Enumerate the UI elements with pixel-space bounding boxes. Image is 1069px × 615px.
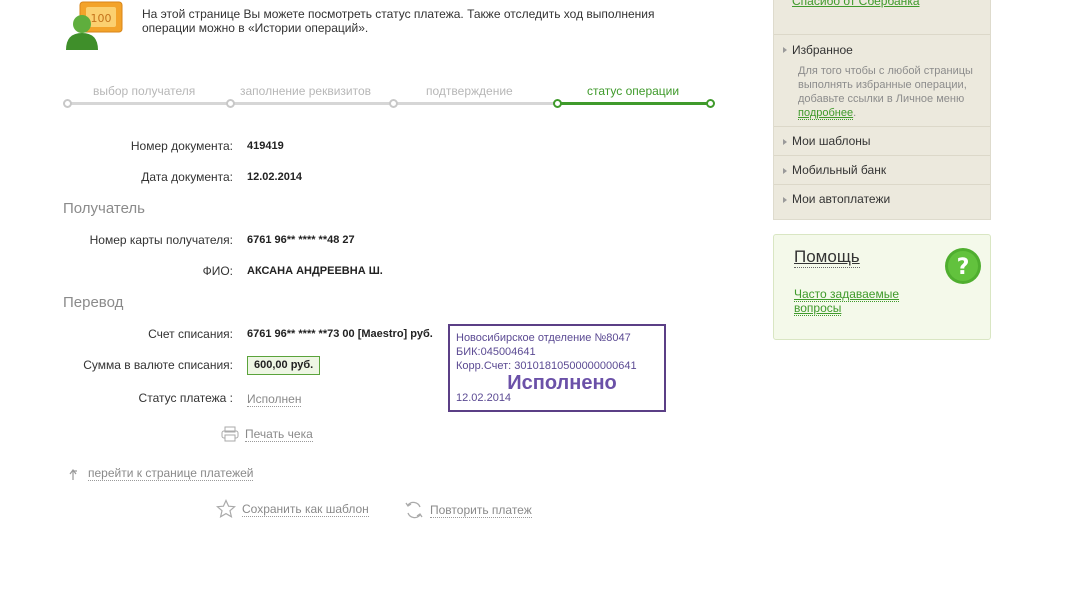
chevron-right-icon: [783, 139, 787, 145]
document-date-value: 12.02.2014: [247, 171, 303, 183]
favorites-description-text: Для того чтобы с любой страницы выполнят…: [798, 65, 973, 105]
recipient-name-value: АКСАНА АНДРЕЕВНА Ш.: [247, 265, 383, 277]
sidebar-item-spasibo[interactable]: Спасибо от Сбербанка: [792, 0, 920, 8]
question-icon: ?: [944, 247, 982, 285]
step-dot-1: [63, 99, 72, 108]
help-title[interactable]: Помощь: [794, 247, 860, 268]
back-to-payments-action[interactable]: перейти к странице платежей: [68, 466, 254, 481]
help-panel: Помощь Часто задаваемые вопросы ?: [773, 234, 991, 340]
recipient-section-title: Получатель: [63, 200, 145, 217]
sidebar-item-autopayments[interactable]: Мои автоплатежи: [774, 184, 990, 219]
step-track-active: [557, 102, 710, 105]
amount-value: 600,00 руб.: [247, 356, 321, 375]
step-dot-3: [389, 99, 398, 108]
chevron-right-icon: [783, 168, 787, 174]
sidebar-item-label: Мои автоплатежи: [792, 192, 891, 206]
faq-link-label: Часто задаваемые вопросы: [794, 287, 900, 316]
user-money-icon: 100: [64, 0, 126, 50]
step-label-confirm: подтверждение: [426, 84, 513, 98]
recipient-card-label: Номер карты получателя:: [89, 233, 233, 247]
amount-label: Сумма в валюте списания:: [83, 358, 233, 372]
back-to-payments-link[interactable]: перейти к странице платежей: [88, 466, 254, 481]
debit-account-value: 6761 96** **** **73 00 [Maestro] руб.: [247, 328, 433, 340]
payment-status-label: Статус платежа :: [138, 391, 233, 405]
step-dot-4: [553, 99, 562, 108]
stamp-bik: БИК:045004641: [456, 346, 536, 358]
recipient-card-value: 6761 96** **** **48 27: [247, 234, 355, 246]
step-label-recipient: выбор получателя: [93, 84, 196, 98]
favorites-more-link[interactable]: подробнее: [798, 107, 854, 120]
payment-status-link[interactable]: Исполнен: [247, 392, 302, 407]
document-number-value: 419419: [247, 140, 284, 152]
print-receipt-link[interactable]: Печать чека: [245, 427, 313, 442]
chevron-right-icon: [783, 197, 787, 203]
star-icon: [216, 499, 236, 519]
svg-text:100: 100: [91, 12, 112, 25]
favorites-description: Для того чтобы с любой страницы выполнят…: [798, 64, 982, 120]
transfer-section-title: Перевод: [63, 294, 124, 311]
step-track-inactive: [67, 102, 557, 105]
intro-line-1: На этой странице Вы можете посмотреть ст…: [142, 7, 655, 21]
favorites-more-suffix: .: [853, 107, 857, 119]
printer-icon: [221, 426, 239, 442]
faq-link[interactable]: Часто задаваемые вопросы: [794, 287, 914, 316]
sidebar-item-label: Мобильный банк: [792, 163, 887, 177]
stamp-corr-account: Корр.Счет: 30101810500000000641: [456, 360, 637, 372]
sidebar-item-label: Мои шаблоны: [792, 134, 871, 148]
sidebar-item-templates[interactable]: Мои шаблоны: [774, 126, 990, 155]
stamp-status: Исполнено: [507, 372, 617, 394]
chevron-right-icon: [783, 47, 787, 53]
bank-stamp: Новосибирское отделение №8047 БИК:045004…: [448, 324, 666, 412]
intro-line-2: операции можно в «Истории операций».: [142, 21, 369, 35]
sidebar-item-label: Избранное: [792, 43, 853, 57]
step-dot-2: [226, 99, 235, 108]
svg-text:?: ?: [957, 255, 970, 280]
personal-menu-sidebar: Спасибо от Сбербанка Избранное Для того …: [773, 0, 991, 220]
step-dot-end: [706, 99, 715, 108]
step-label-status: статус операции: [587, 84, 680, 98]
step-label-details: заполнение реквизитов: [240, 84, 372, 98]
progress-steps: выбор получателя заполнение реквизитов п…: [63, 84, 717, 110]
document-number-label: Номер документа:: [130, 139, 233, 153]
recipient-name-label: ФИО:: [202, 264, 233, 278]
print-receipt-action[interactable]: Печать чека: [221, 426, 313, 442]
stamp-branch: Новосибирское отделение №8047: [456, 332, 631, 344]
sidebar-item-mobile-bank[interactable]: Мобильный банк: [774, 155, 990, 184]
save-template-link[interactable]: Сохранить как шаблон: [242, 502, 369, 517]
repeat-payment-link[interactable]: Повторить платеж: [430, 503, 532, 518]
document-date-label: Дата документа:: [141, 170, 233, 184]
refresh-icon: [405, 501, 423, 519]
page-intro: На этой странице Вы можете посмотреть ст…: [142, 7, 702, 35]
save-template-action[interactable]: Сохранить как шаблон: [216, 499, 369, 519]
debit-account-label: Счет списания:: [148, 327, 233, 341]
repeat-payment-action[interactable]: Повторить платеж: [404, 500, 532, 520]
back-arrow-icon: [69, 468, 77, 480]
